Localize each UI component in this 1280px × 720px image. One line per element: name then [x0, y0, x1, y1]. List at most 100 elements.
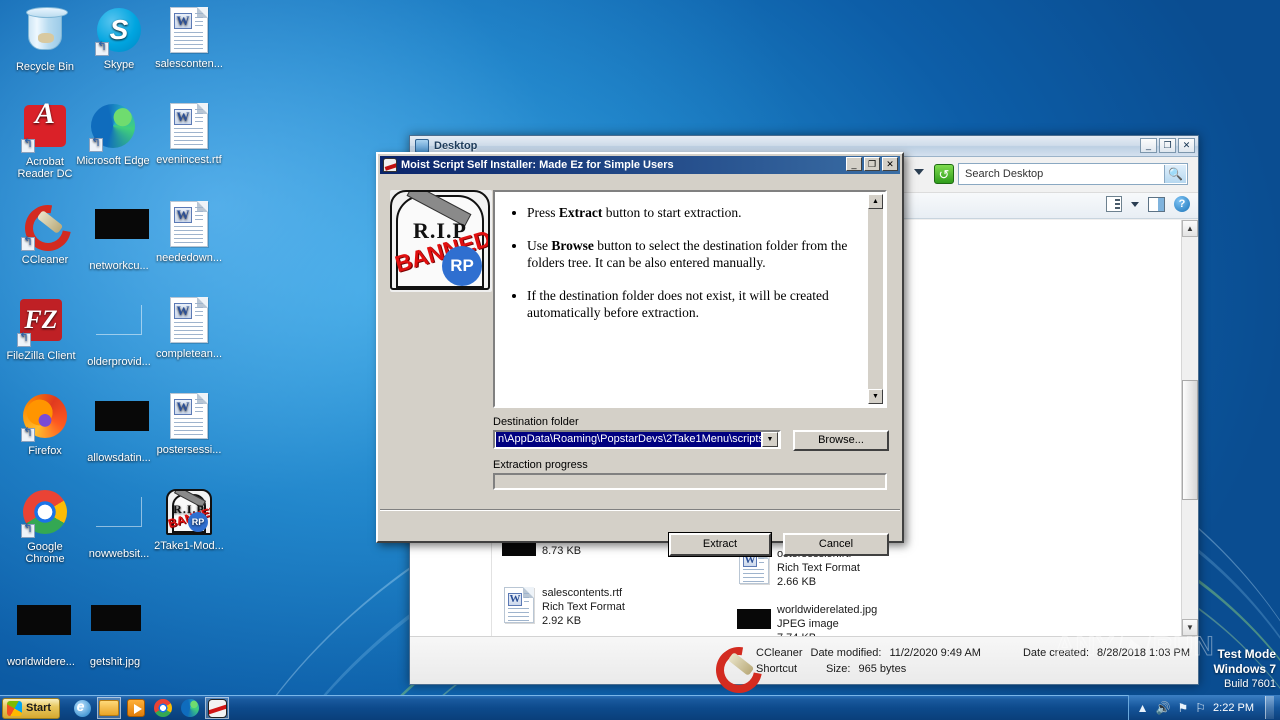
- file-name: worldwiderelated.jpg: [777, 604, 878, 616]
- file-size: 8.73 KB: [542, 545, 582, 557]
- destination-folder-input[interactable]: n\AppData\Roaming\PopstarDevs\2Take1Menu…: [496, 432, 761, 447]
- search-icon[interactable]: 🔍: [1164, 165, 1186, 183]
- chevron-down-icon[interactable]: ▼: [762, 432, 778, 447]
- scroll-up-arrow-icon[interactable]: ▲: [868, 194, 883, 209]
- extract-button[interactable]: Extract: [668, 532, 772, 557]
- explorer-window-controls: _ ❐ ✕: [1140, 138, 1195, 153]
- chevron-down-icon[interactable]: [1131, 201, 1139, 207]
- windows-explorer-icon: [99, 700, 120, 716]
- media-player-icon: [127, 699, 146, 717]
- desktop-icon[interactable]: Acrobat Reader DC: [8, 102, 82, 180]
- desktop-icon[interactable]: CCleaner: [8, 200, 82, 266]
- file-type: Rich Text Format: [777, 562, 860, 574]
- taskbar-button[interactable]: [178, 697, 202, 719]
- internet-explorer-icon: [73, 698, 91, 717]
- desktop-icon-label: neededown...: [155, 252, 223, 264]
- minimize-button[interactable]: _: [846, 157, 862, 171]
- desktop-icon[interactable]: worldwidere...: [4, 596, 78, 668]
- desktop-icon-label: Recycle Bin: [15, 61, 75, 73]
- taskbar-button[interactable]: [124, 697, 148, 719]
- close-button[interactable]: ✕: [1178, 138, 1195, 153]
- word-document-icon: W: [165, 297, 213, 345]
- search-input[interactable]: Search Desktop 🔍: [958, 163, 1188, 185]
- date-modified-label: Date modified:: [810, 646, 882, 659]
- desktop-icon[interactable]: olderprovid...: [82, 296, 156, 368]
- instructions-scrollbar[interactable]: ▲ ▼: [868, 194, 883, 404]
- desktop-icon[interactable]: Recycle Bin: [8, 6, 82, 73]
- shortcut-overlay-icon: [17, 331, 31, 347]
- desktop-icon-label: olderprovid...: [87, 356, 151, 368]
- scrollbar-thumb[interactable]: [1182, 380, 1198, 500]
- size-label: Size:: [826, 662, 851, 675]
- desktop-icon[interactable]: R.I.PBANNEDRP 2Take1-Mod...: [152, 488, 226, 552]
- volume-icon[interactable]: 🔊: [1156, 702, 1171, 714]
- tray-clock[interactable]: 2:22 PM: [1213, 702, 1254, 714]
- start-button[interactable]: Start: [2, 697, 61, 719]
- date-modified-value: 11/2/2020 9:49 AM: [889, 646, 981, 659]
- recycle-bin-icon: [21, 7, 69, 58]
- desktop-icon[interactable]: Wsalesconten...: [152, 6, 226, 70]
- dialog-window-controls: _ ❐ ✕: [846, 157, 898, 171]
- dialog-title: Moist Script Self Installer: Made Ez for…: [401, 159, 674, 171]
- close-button[interactable]: ✕: [882, 157, 898, 171]
- scroll-up-arrow-icon[interactable]: ▲: [1182, 220, 1198, 237]
- taskbar-button[interactable]: [97, 697, 122, 719]
- scroll-down-arrow-icon[interactable]: ▼: [1182, 619, 1198, 636]
- image-thumbnail-icon: [95, 401, 149, 449]
- minimize-button[interactable]: _: [1140, 138, 1157, 153]
- shortcut-overlay-icon: [21, 137, 35, 153]
- desktop-icon[interactable]: Microsoft Edge: [76, 102, 150, 167]
- desktop-icon-label: getshit.jpg: [89, 656, 141, 668]
- desktop-icon[interactable]: getshit.jpg: [78, 596, 152, 668]
- microsoft-edge-icon: [181, 699, 200, 717]
- network-flag-icon[interactable]: ⚐: [1195, 702, 1206, 714]
- desktop-icon-label: salesconten...: [155, 58, 223, 70]
- taskbar-button[interactable]: [70, 697, 94, 719]
- taskbar-button[interactable]: [205, 697, 230, 719]
- maximize-button[interactable]: ❐: [864, 157, 880, 171]
- dialog-titlebar[interactable]: Moist Script Self Installer: Made Ez for…: [380, 156, 900, 174]
- explorer-status-bar: CCleaner Date modified: 11/2/2020 9:49 A…: [410, 636, 1198, 684]
- file-list-item[interactable]: Wsalescontents.rtf Rich Text Format 2.92 K…: [502, 586, 625, 628]
- acrobat-reader-icon: [21, 105, 69, 153]
- refresh-icon[interactable]: ↺: [934, 164, 954, 184]
- desktop-icon-label: Google Chrome: [25, 541, 65, 565]
- desktop-icon[interactable]: S Skype: [82, 6, 156, 71]
- show-desktop-icon[interactable]: [1265, 696, 1274, 719]
- explorer-scrollbar[interactable]: ▲ ▼: [1181, 220, 1198, 636]
- action-center-warning-icon[interactable]: ⚑: [1178, 702, 1189, 714]
- quick-launch-bar: [70, 697, 230, 719]
- chevron-up-icon[interactable]: ▲: [1137, 702, 1149, 714]
- help-icon[interactable]: ?: [1174, 196, 1190, 212]
- preview-pane-icon[interactable]: [1148, 196, 1165, 212]
- maximize-button[interactable]: ❐: [1159, 138, 1176, 153]
- taskbar-button[interactable]: [151, 697, 175, 719]
- browse-button[interactable]: Browse...: [793, 430, 889, 451]
- installer-dialog: Moist Script Self Installer: Made Ez for…: [376, 152, 904, 557]
- desktop-icon-label: nowwebsit...: [88, 548, 150, 560]
- file-size: 2.66 KB: [777, 576, 817, 588]
- scroll-down-arrow-icon[interactable]: ▼: [868, 389, 883, 404]
- chevron-down-icon[interactable]: [914, 169, 924, 175]
- file-name: salescontents.rtf: [542, 587, 623, 599]
- desktop-icon[interactable]: Google Chrome: [8, 488, 82, 565]
- destination-folder-combobox[interactable]: n\AppData\Roaming\PopstarDevs\2Take1Menu…: [493, 430, 781, 449]
- desktop-icon[interactable]: Wevenincest.rtf: [152, 102, 226, 166]
- desktop-icon[interactable]: networkcu...: [82, 200, 156, 272]
- change-view-icon[interactable]: [1106, 196, 1122, 212]
- file-list-item[interactable]: worldwiderelated.jpgJPEG image7.74 KB: [737, 603, 877, 636]
- instructions-panel: Press Extract button to start extraction…: [493, 190, 887, 408]
- desktop-icon[interactable]: nowwebsit...: [82, 488, 156, 560]
- instruction-pre: Use: [527, 238, 552, 253]
- desktop-icon[interactable]: Wneededown...: [152, 200, 226, 264]
- system-tray: ▲ 🔊 ⚑ ⚐ 2:22 PM: [1127, 695, 1280, 720]
- desktop-icon-label: Acrobat Reader DC: [17, 156, 73, 180]
- desktop-icon[interactable]: Wcompletean...: [152, 296, 226, 360]
- desktop-icon[interactable]: FZ FileZilla Client: [4, 296, 78, 362]
- cancel-button[interactable]: Cancel: [783, 533, 889, 556]
- desktop-icon[interactable]: allowsdatin...: [82, 392, 156, 464]
- folder-desktop-icon: [415, 139, 429, 155]
- desktop-icon[interactable]: Firefox: [8, 392, 82, 457]
- desktop-icon-label: Skype: [103, 59, 135, 71]
- desktop-icon[interactable]: Wpostersessi...: [152, 392, 226, 456]
